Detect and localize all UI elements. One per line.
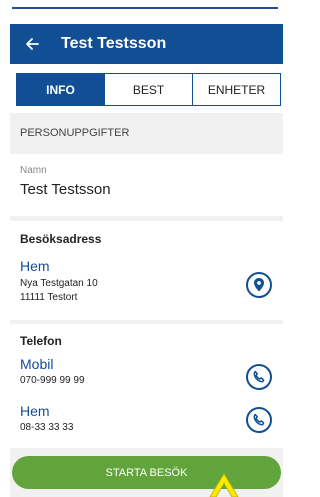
- app-bar: Test Testsson: [10, 24, 283, 64]
- address-title[interactable]: Hem: [20, 258, 50, 274]
- address-group-label: Besöksadress: [20, 232, 102, 246]
- phone-icon[interactable]: [246, 364, 272, 390]
- phone-entry-title[interactable]: Mobil: [20, 356, 53, 372]
- name-value: Test Testsson: [20, 181, 111, 198]
- tab-best[interactable]: BEST: [104, 74, 192, 105]
- page-title: Test Testsson: [61, 35, 167, 52]
- section-header: PERSONUPPGIFTER: [10, 113, 283, 150]
- back-arrow-icon[interactable]: [23, 35, 41, 53]
- name-card: Namn Test Testsson: [10, 154, 283, 216]
- phone-entry-number: 070-999 99 99: [20, 375, 85, 386]
- phone-icon[interactable]: [246, 407, 272, 433]
- tab-info[interactable]: INFO: [17, 74, 104, 105]
- phone-entry-title[interactable]: Hem: [20, 403, 50, 419]
- pointer-cursor-icon: [209, 473, 239, 497]
- address-card: Besöksadress Hem Nya Testgatan 10 11111 …: [10, 221, 283, 320]
- phone-entry-number: 08-33 33 33: [20, 422, 74, 433]
- phone-group-label: Telefon: [20, 334, 62, 348]
- location-pin-icon[interactable]: [246, 272, 272, 298]
- phone-card: Telefon Mobil 070-999 99 99 Hem 08-33 33…: [10, 324, 283, 448]
- address-city: 11111 Testort: [20, 292, 78, 303]
- name-label: Namn: [20, 165, 47, 176]
- tab-bar: INFO BEST ENHETER: [16, 73, 281, 106]
- tab-enheter[interactable]: ENHETER: [192, 74, 280, 105]
- address-street: Nya Testgatan 10: [20, 278, 98, 289]
- top-divider: [12, 7, 278, 9]
